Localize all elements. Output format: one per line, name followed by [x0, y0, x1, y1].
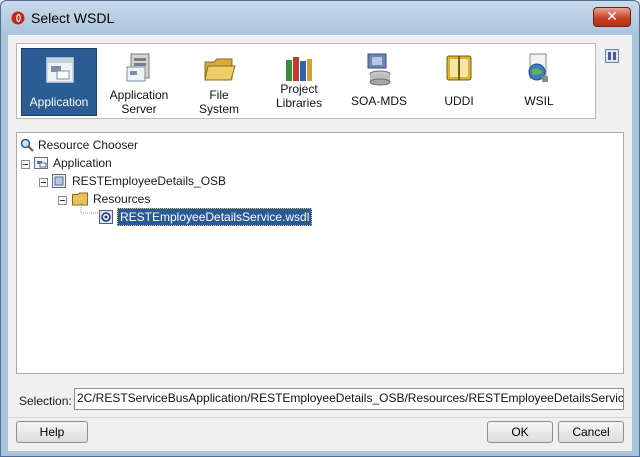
close-button[interactable]: ✕ — [593, 7, 631, 27]
tool-wsil[interactable]: WSIL — [501, 48, 577, 116]
application-icon — [34, 157, 48, 169]
tool-label: System — [198, 102, 239, 116]
application-server-icon — [126, 53, 150, 82]
tool-label: Project — [280, 82, 318, 96]
window-title: Select WSDL — [31, 10, 115, 26]
tool-label: Application — [109, 88, 169, 102]
tree-node-label: RESTEmployeeDetailsService.wsdl — [117, 208, 313, 226]
tool-label: UDDI — [444, 94, 474, 108]
collapse-toggle[interactable] — [39, 178, 48, 187]
tree-node-label: Application — [53, 156, 112, 170]
tool-label: Libraries — [275, 96, 323, 110]
magnifier-icon — [20, 138, 34, 152]
database-network-icon — [367, 53, 391, 86]
list-view-icon — [608, 52, 616, 60]
tool-label: WSIL — [524, 94, 554, 108]
view-toggle-button[interactable] — [605, 49, 619, 63]
collapse-toggle[interactable] — [21, 160, 30, 169]
tool-soa-mds[interactable]: SOA-MDS — [341, 48, 417, 116]
oracle-jdeveloper-icon — [11, 11, 25, 25]
project-icon — [52, 174, 66, 188]
dialog-content: Application Application Server File Syst… — [8, 35, 632, 451]
tool-uddi[interactable]: UDDI — [421, 48, 497, 116]
selection-input[interactable]: 2C/RESTServiceBusApplication/RESTEmploye… — [74, 388, 624, 410]
cancel-button[interactable]: Cancel — [558, 421, 624, 443]
tree-node-label: Resource Chooser — [38, 138, 139, 152]
resource-tree: Resource Chooser Application RESTEmploye… — [16, 132, 624, 374]
wsdl-file-icon — [99, 210, 113, 224]
tree-connector — [80, 203, 98, 214]
folder-icon — [204, 58, 236, 81]
application-icon — [46, 57, 74, 83]
tool-project-libraries[interactable]: Project Libraries — [261, 48, 337, 116]
collapse-toggle[interactable] — [58, 196, 67, 205]
books-icon — [286, 57, 312, 81]
tool-label: SOA-MDS — [350, 94, 407, 108]
globe-document-icon — [528, 53, 548, 82]
title-bar[interactable]: Select WSDL ✕ — [1, 1, 639, 35]
divider — [8, 417, 632, 418]
tool-label: Server — [121, 102, 157, 116]
book-icon — [446, 55, 472, 81]
tool-application[interactable]: Application — [21, 48, 97, 116]
selection-label: Selection: — [19, 394, 72, 408]
tool-application-server[interactable]: Application Server — [101, 48, 177, 116]
help-button[interactable]: Help — [16, 421, 88, 443]
select-wsdl-dialog: Select WSDL ✕ Application Application Se… — [0, 0, 640, 457]
tool-label: Application — [29, 95, 89, 109]
tool-file-system[interactable]: File System — [181, 48, 257, 116]
tool-label: File — [209, 88, 229, 102]
tree-node-label: RESTEmployeeDetails_OSB — [72, 174, 227, 188]
tree-node-label: Resources — [93, 192, 151, 206]
resource-type-palette: Application Application Server File Syst… — [16, 43, 596, 119]
ok-button[interactable]: OK — [487, 421, 553, 443]
